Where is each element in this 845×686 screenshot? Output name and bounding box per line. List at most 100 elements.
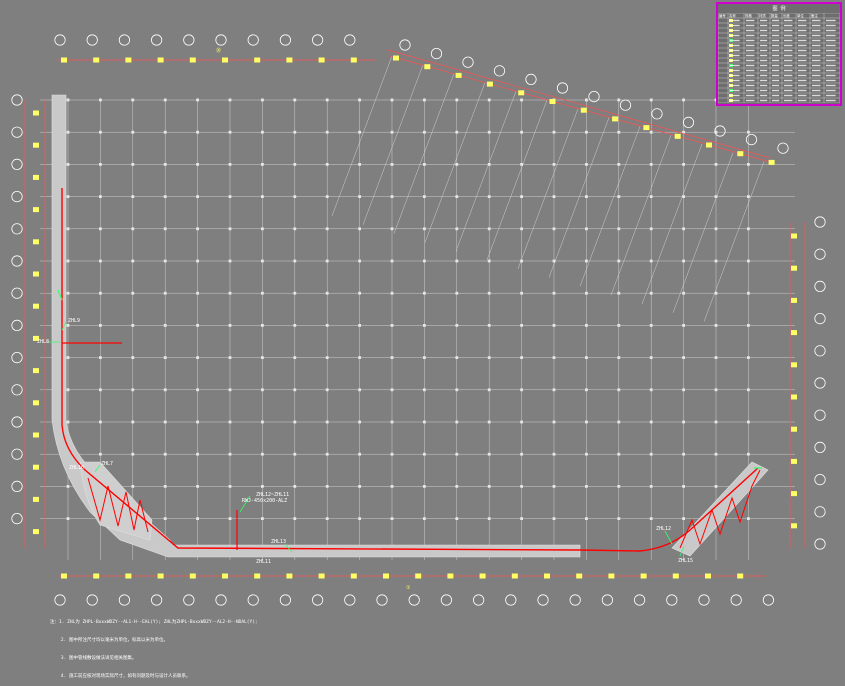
column-marker bbox=[293, 485, 297, 488]
column-marker bbox=[520, 130, 523, 134]
legend-cell-text bbox=[760, 49, 768, 52]
column-marker bbox=[163, 388, 167, 392]
legend-cell-text bbox=[772, 29, 780, 32]
legend-cell-text bbox=[760, 64, 768, 67]
legend-cell-text bbox=[812, 39, 821, 42]
column-marker bbox=[196, 485, 199, 488]
axis-tag bbox=[33, 400, 39, 406]
column-marker bbox=[66, 388, 70, 392]
label-zhl11: ZHL11 bbox=[256, 559, 271, 565]
column-marker bbox=[358, 130, 361, 134]
legend-cell-text bbox=[798, 19, 807, 22]
axis-tag bbox=[61, 57, 67, 63]
legend-cell-text bbox=[730, 74, 740, 77]
column-marker bbox=[423, 517, 426, 520]
column-marker bbox=[131, 163, 135, 166]
legend-cell-text bbox=[798, 24, 807, 27]
column-marker bbox=[196, 388, 199, 392]
column-marker bbox=[455, 227, 459, 231]
column-marker bbox=[585, 98, 588, 102]
legend-cell-text bbox=[826, 99, 836, 102]
column-marker bbox=[293, 324, 297, 327]
column-marker bbox=[649, 452, 653, 456]
legend-cell-text bbox=[812, 24, 821, 27]
column-marker bbox=[131, 420, 135, 424]
axis-tag bbox=[33, 432, 39, 438]
axis-tag bbox=[640, 573, 647, 579]
column-marker bbox=[552, 324, 556, 327]
axis-tag bbox=[33, 110, 39, 116]
column-marker bbox=[423, 324, 426, 327]
legend-cell-text bbox=[798, 79, 807, 82]
column-marker bbox=[423, 227, 426, 231]
legend-cell-text bbox=[746, 84, 755, 87]
axis-tag bbox=[486, 81, 493, 87]
column-marker bbox=[325, 485, 329, 488]
column-marker bbox=[649, 356, 653, 359]
axis-tag bbox=[672, 573, 679, 579]
column-marker bbox=[455, 259, 459, 263]
legend-cell-text bbox=[784, 59, 793, 62]
axis-tag bbox=[791, 362, 797, 368]
axis-tag bbox=[33, 239, 39, 245]
column-marker bbox=[487, 259, 491, 263]
legend-cell-text bbox=[772, 64, 780, 67]
column-marker bbox=[390, 388, 394, 392]
legend-cell-text bbox=[760, 39, 768, 42]
column-marker bbox=[455, 163, 459, 166]
label-axis-top: ⑳ bbox=[216, 47, 221, 54]
legend-cell-text bbox=[798, 29, 807, 32]
legend-cell-text bbox=[760, 94, 768, 97]
column-marker bbox=[163, 485, 167, 488]
column-marker bbox=[714, 452, 718, 456]
column-marker bbox=[552, 195, 556, 198]
legend-cell-text bbox=[772, 99, 780, 102]
column-marker bbox=[552, 163, 556, 166]
legend-cell-text bbox=[784, 94, 793, 97]
legend-cell-text bbox=[746, 24, 755, 27]
column-marker bbox=[714, 259, 718, 263]
column-marker bbox=[325, 259, 329, 263]
column-marker bbox=[196, 130, 199, 134]
label-zhl13: ZHL13 bbox=[271, 539, 286, 545]
legend-cell-text bbox=[826, 79, 836, 82]
legend-title: 图 例 bbox=[772, 6, 786, 12]
column-marker bbox=[261, 485, 264, 488]
column-marker bbox=[423, 485, 426, 488]
column-marker bbox=[617, 227, 621, 231]
column-marker bbox=[325, 388, 329, 392]
column-marker bbox=[714, 163, 718, 166]
column-marker bbox=[358, 195, 361, 198]
legend-cell-text bbox=[760, 24, 768, 27]
column-marker bbox=[358, 388, 361, 392]
axis-tag bbox=[674, 133, 681, 139]
axis-tag bbox=[791, 426, 797, 432]
legend-cell-text bbox=[730, 84, 740, 87]
column-marker bbox=[163, 98, 167, 102]
column-marker bbox=[585, 356, 588, 359]
column-marker bbox=[66, 163, 70, 166]
column-marker bbox=[747, 227, 750, 231]
column-marker bbox=[131, 259, 135, 263]
axis-tag bbox=[350, 57, 357, 63]
axis-tag bbox=[33, 303, 39, 309]
column-marker bbox=[390, 227, 394, 231]
column-marker bbox=[358, 324, 361, 327]
legend-cell-text bbox=[760, 19, 768, 22]
column-marker bbox=[520, 324, 523, 327]
legend-header: 备注 bbox=[811, 13, 818, 18]
column-marker bbox=[196, 324, 199, 327]
column-marker bbox=[163, 356, 167, 359]
legend-cell-text bbox=[772, 19, 780, 22]
legend-cell-text bbox=[730, 54, 740, 57]
column-marker bbox=[66, 356, 70, 359]
column-marker bbox=[390, 195, 394, 198]
column-marker bbox=[714, 324, 718, 327]
legend-cell-text bbox=[772, 59, 780, 62]
column-marker bbox=[66, 130, 70, 134]
label-zhl15: ZHL15 bbox=[678, 558, 693, 564]
axis-tag bbox=[222, 573, 228, 579]
legend-cell-text bbox=[746, 94, 755, 97]
column-marker bbox=[293, 420, 297, 424]
column-marker bbox=[617, 163, 621, 166]
